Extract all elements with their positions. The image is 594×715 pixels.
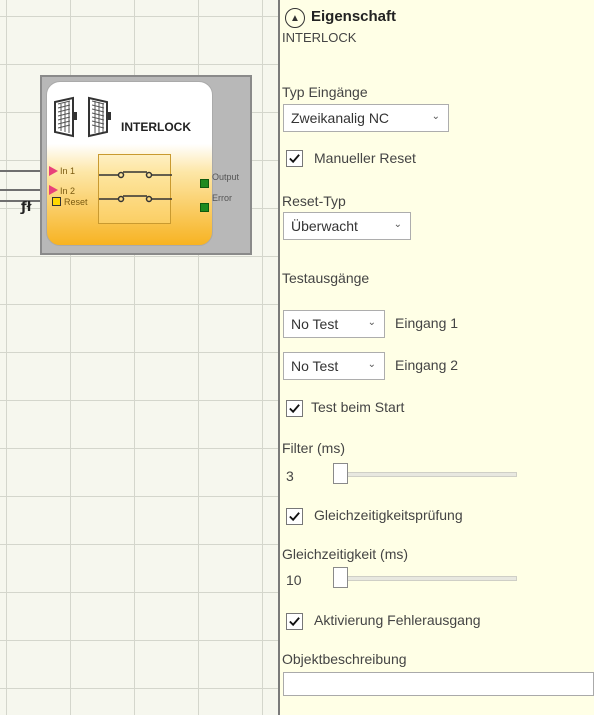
test1-value: No Test [291, 316, 339, 332]
reset-typ-value: Überwacht [291, 218, 358, 234]
chevron-down-icon: ⌄ [367, 317, 376, 328]
test1-select[interactable]: No Test ⌄ [283, 310, 385, 338]
input-label-in1: In 1 [60, 166, 76, 176]
gate-icon-right [88, 96, 111, 138]
gleichzeitigkeit-label: Gleichzeitigkeit (ms) [282, 546, 409, 562]
test2-value: No Test [291, 358, 339, 374]
output-label-error: Error [212, 193, 232, 203]
test2-label: Eingang 2 [395, 357, 459, 373]
gleichzeitigkeit-slider-track[interactable] [333, 576, 517, 581]
check-icon [289, 617, 300, 627]
output-port-output[interactable] [200, 179, 209, 188]
gleichzeitigkeitspruefung-label: Gleichzeitigkeitsprüfung [314, 507, 463, 523]
typ-eingaenge-label: Typ Eingänge [282, 84, 368, 100]
testausgaenge-label: Testausgänge [282, 270, 370, 286]
fehlerausgang-checkbox[interactable] [286, 613, 303, 630]
input-port-in2[interactable] [49, 185, 58, 195]
block-title: INTERLOCK [121, 120, 191, 134]
filter-slider-track[interactable] [333, 472, 517, 477]
reset-typ-label: Reset-Typ [282, 193, 346, 209]
reset-typ-select[interactable]: Überwacht ⌄ [283, 212, 411, 240]
filter-value: 3 [286, 468, 294, 484]
logic-canvas[interactable]: ƒł INTERLOCK In 1 In 2 Reset Output Erro… [0, 0, 278, 715]
output-label-output: Output [212, 172, 240, 182]
contact-switch-icon [99, 171, 172, 203]
typ-eingaenge-value: Zweikanalig NC [291, 110, 390, 126]
objektbeschreibung-input[interactable] [283, 672, 594, 696]
check-icon [289, 404, 300, 414]
fehlerausgang-label: Aktivierung Fehlerausgang [314, 612, 481, 628]
gleichzeitigkeit-slider-thumb[interactable] [333, 567, 348, 588]
properties-panel: ▲ Eigenschaft INTERLOCK Typ Eingänge Zwe… [280, 0, 594, 715]
manueller-reset-checkbox[interactable] [286, 150, 303, 167]
manueller-reset-label: Manueller Reset [314, 150, 416, 166]
input-label-in2: In 2 [60, 186, 76, 196]
check-icon [289, 154, 300, 164]
input-port-in1[interactable] [49, 166, 58, 176]
gate-icon-left [54, 96, 77, 138]
test-beim-start-checkbox[interactable] [286, 400, 303, 417]
test2-select[interactable]: No Test ⌄ [283, 352, 385, 380]
test1-label: Eingang 1 [395, 315, 459, 331]
input-port-reset[interactable] [52, 197, 61, 206]
gleichzeitigkeitspruefung-checkbox[interactable] [286, 508, 303, 525]
output-port-error[interactable] [200, 203, 209, 212]
interlock-block[interactable]: INTERLOCK In 1 In 2 Reset [46, 81, 213, 246]
filter-label: Filter (ms) [282, 440, 345, 456]
objektbeschreibung-label: Objektbeschreibung [282, 651, 407, 667]
block-type-label: INTERLOCK [282, 30, 357, 45]
typ-eingaenge-select[interactable]: Zweikanalig NC ⌄ [283, 104, 449, 132]
chevron-down-icon: ⌄ [393, 219, 402, 230]
test-beim-start-label: Test beim Start [311, 399, 405, 415]
filter-slider-thumb[interactable] [333, 463, 348, 484]
chevron-up-icon[interactable]: ▲ [285, 8, 305, 28]
pulse-icon: ƒł [21, 200, 32, 215]
check-icon [289, 512, 300, 522]
contact-symbol-box [98, 154, 172, 224]
chevron-down-icon: ⌄ [367, 359, 376, 370]
gleichzeitigkeit-value: 10 [286, 572, 302, 588]
input-label-reset: Reset [64, 197, 88, 207]
panel-title: Eigenschaft [311, 8, 397, 25]
chevron-down-icon: ⌄ [431, 111, 440, 122]
